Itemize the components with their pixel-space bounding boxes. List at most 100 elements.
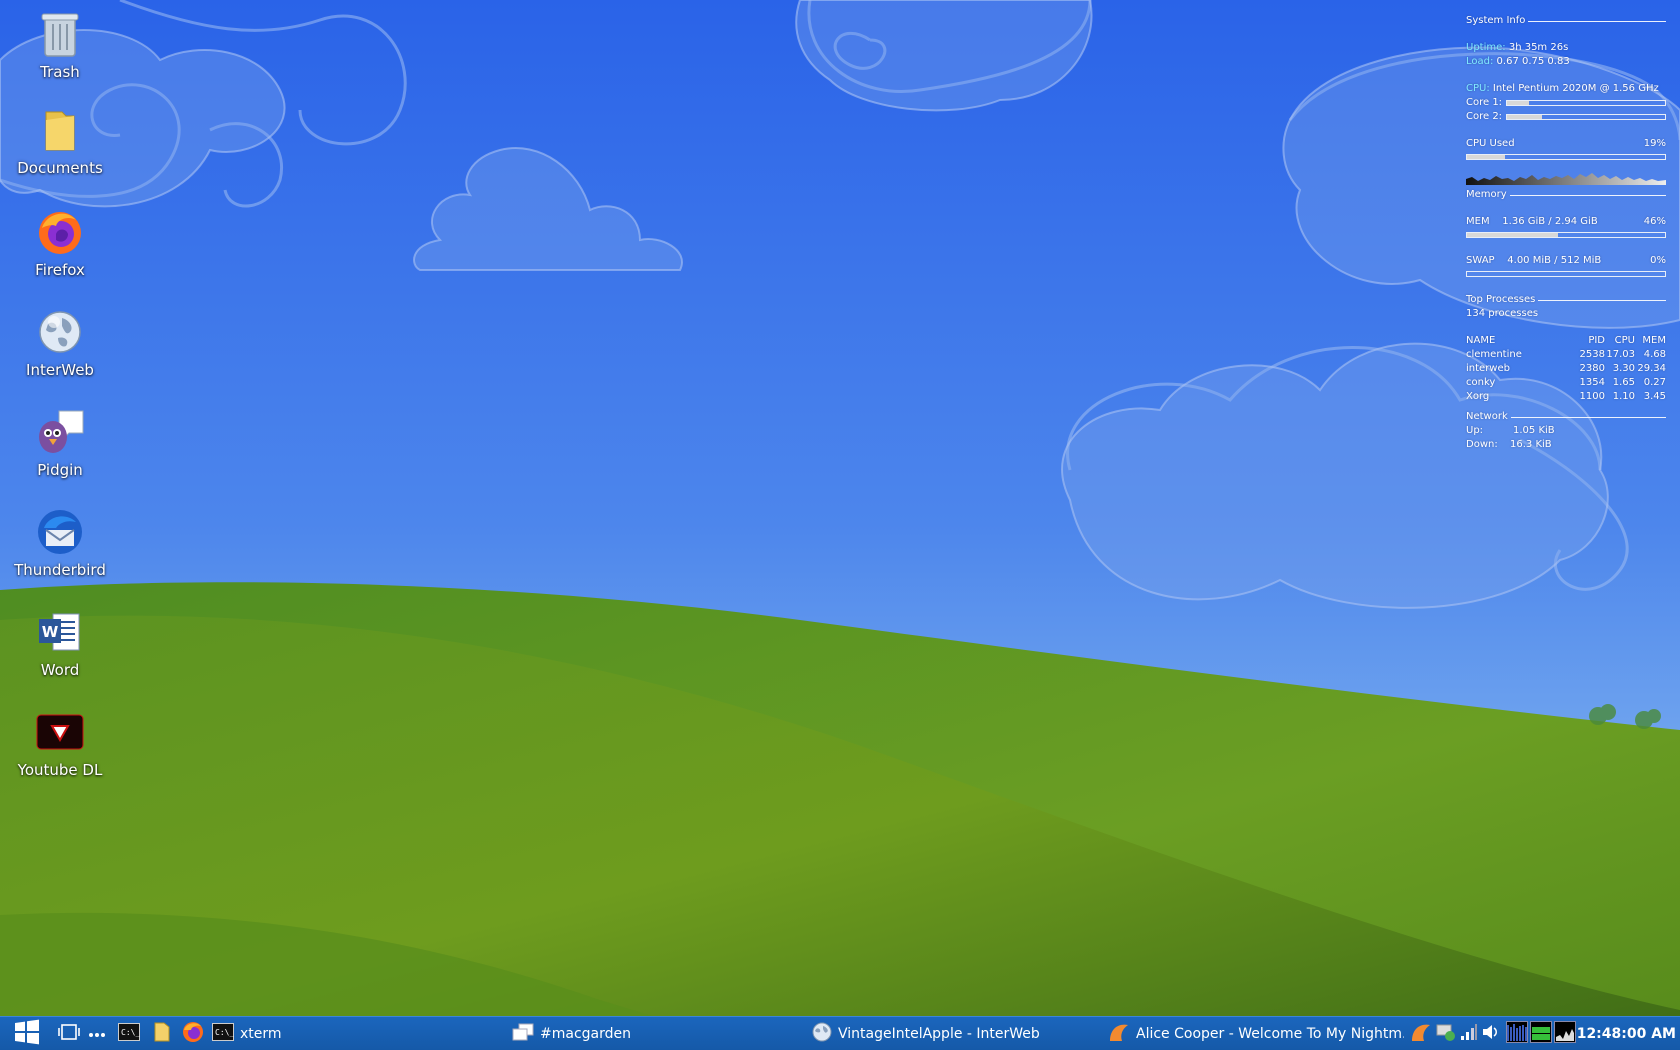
process-table-header: NAME PID CPU MEM [1466,335,1666,346]
firefox-icon [182,1021,204,1047]
cpu-row: CPU: Intel Pentium 2020M @ 1.56 GHz [1466,82,1666,96]
load-row: Load: 0.67 0.75 0.83 [1466,55,1666,69]
network-title: Network [1466,411,1508,422]
launcher-terminal[interactable]: C:\_ [118,1017,140,1050]
more-icon [88,1026,106,1042]
terminal-icon: C:\_ [212,1023,234,1045]
pidgin-icon [34,406,86,458]
tray-network-monitor[interactable] [1554,1017,1576,1050]
mem-label: MEM [1466,216,1490,227]
process-count: 134 processes [1466,308,1539,319]
core1-label: Core 1: [1466,97,1503,108]
network-up-row: Up: 1.05 KiB [1466,424,1666,438]
core2-label: Core 2: [1466,111,1503,122]
windows-logo-icon [14,1019,40,1049]
memory-header: Memory [1466,188,1666,202]
load-key: Load: [1466,56,1494,67]
more-launchers-button[interactable] [88,1017,106,1050]
desktop-icon-pidgin[interactable]: Pidgin [0,406,120,479]
svg-text:C:\_: C:\_ [121,1028,140,1037]
launcher-files[interactable] [154,1017,170,1050]
speaker-icon [1482,1023,1500,1045]
taskbar: C:\_ C:\_ xterm #macgarden VintageIntelA… [0,1016,1680,1050]
cpu-monitor-icon [1506,1021,1528,1047]
task-xterm[interactable]: C:\_ xterm [212,1017,282,1050]
desktop-icon-label: Youtube DL [17,761,103,779]
system-info-header: System Info [1466,14,1666,28]
mem-value: 1.36 GiB / 2.94 GiB [1502,216,1598,227]
desktop-icon-youtube-dl[interactable]: Youtube DL [0,706,120,779]
core2-bar-fill [1507,115,1542,119]
desktop-icon-label: Pidgin [37,461,83,479]
youtube-dl-icon [34,706,86,758]
tray-pidgin[interactable] [1436,1017,1456,1050]
thunderbird-icon [34,506,86,558]
cpu-used-bar [1466,154,1666,160]
tray-volume[interactable] [1482,1017,1500,1050]
desktop-icon-label: InterWeb [26,361,94,379]
memory-monitor-icon [1530,1021,1552,1047]
terminal-icon: C:\_ [118,1023,140,1045]
task-label: #macgarden [540,1026,631,1042]
mem-percent: 46% [1643,216,1666,227]
network-header: Network [1466,410,1666,424]
desktop-icon-trash[interactable]: Trash [0,8,120,81]
down-value: 16.3 KiB [1510,439,1552,450]
task-interweb[interactable]: VintageIntelApple - InterWeb [812,1017,1040,1050]
process-row: interweb 2380 3.30 29.34 [1466,363,1666,374]
core2-row: Core 2: [1466,110,1666,124]
memory-title: Memory [1466,189,1507,200]
cpu-used-row: CPU Used 19% [1466,137,1666,151]
system-info-title: System Info [1466,15,1526,26]
svg-text:C:\_: C:\_ [215,1028,234,1037]
start-button[interactable] [14,1017,40,1050]
chat-window-icon [512,1023,534,1045]
task-label: VintageIntelApple - InterWeb [838,1026,1040,1042]
folder-icon [34,104,86,156]
globe-icon [812,1022,832,1046]
task-label: Alice Cooper - Welcome To My Nightm... [1136,1026,1404,1042]
cpu-used-value: 19% [1643,138,1666,149]
tray-memory-monitor[interactable] [1530,1017,1552,1050]
task-macgarden[interactable]: #macgarden [512,1017,631,1050]
launcher-firefox[interactable] [182,1017,204,1050]
swap-bar [1466,271,1666,277]
desktop-icon-documents[interactable]: Documents [0,104,120,177]
desktop-icon-label: Trash [40,63,80,81]
trash-icon [34,8,86,60]
core1-bar-fill [1507,101,1530,105]
desktop-wallpaper [0,0,1680,1050]
show-desktop-button[interactable] [58,1017,80,1050]
up-value: 1.05 KiB [1513,425,1555,436]
tray-cpu-monitor[interactable] [1506,1017,1528,1050]
tray-network[interactable] [1460,1017,1478,1050]
taskbar-clock[interactable]: 12:48:00 AM [1577,1017,1676,1050]
clementine-icon [1108,1021,1130,1047]
mem-bar-fill [1467,233,1559,237]
conky-system-monitor: System Info Uptime: 3h 35m 26s Load: 0.6… [1466,14,1666,452]
task-clementine[interactable]: Alice Cooper - Welcome To My Nightm... [1108,1017,1404,1050]
firefox-icon [34,206,86,258]
up-label: Up: [1466,425,1484,436]
desktop-icon-thunderbird[interactable]: Thunderbird [0,506,120,579]
desktop-icon-word[interactable]: W Word [0,606,120,679]
top-processes-title: Top Processes [1466,294,1536,305]
uptime-row: Uptime: 3h 35m 26s [1466,41,1666,55]
cpu-key: CPU: [1466,83,1490,94]
network-monitor-icon [1554,1021,1576,1047]
swap-value: 4.00 MiB / 512 MiB [1507,255,1602,266]
desktop-icon-label: Thunderbird [14,561,106,579]
process-row: conky 1354 1.65 0.27 [1466,377,1666,388]
tray-clementine[interactable] [1410,1017,1432,1050]
swap-label: SWAP [1466,255,1495,266]
pidgin-status-icon [1436,1022,1456,1046]
desktop-icon-firefox[interactable]: Firefox [0,206,120,279]
swap-row: SWAP 4.00 MiB / 512 MiB 0% [1466,254,1666,268]
network-signal-icon [1460,1023,1478,1045]
window-switcher-icon [58,1023,80,1045]
cpu-used-bar-fill [1467,155,1505,159]
globe-icon [34,306,86,358]
desktop-icon-interweb[interactable]: InterWeb [0,306,120,379]
core1-row: Core 1: [1466,96,1666,110]
top-processes-header: Top Processes [1466,293,1666,307]
